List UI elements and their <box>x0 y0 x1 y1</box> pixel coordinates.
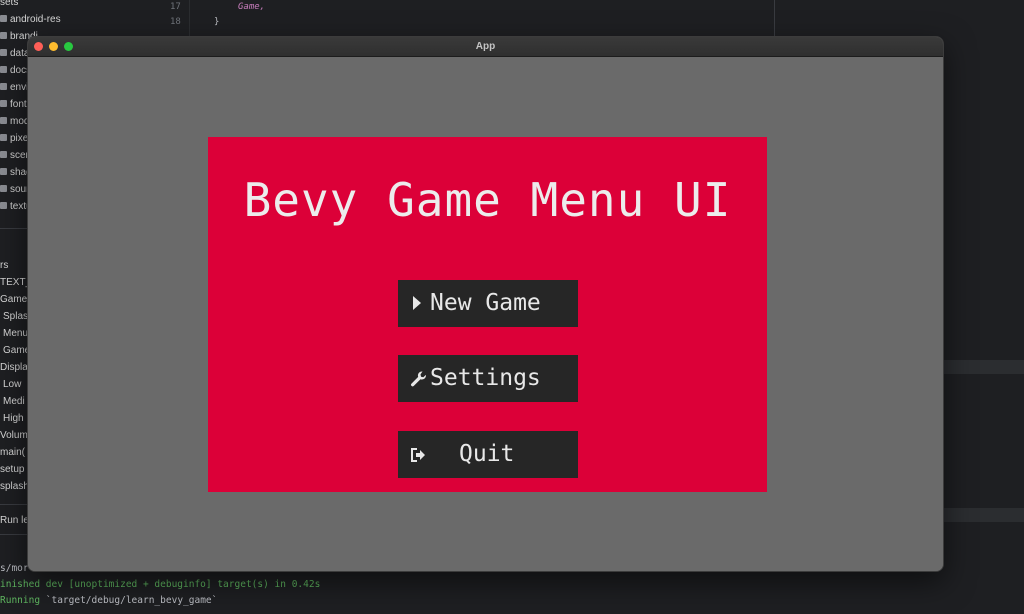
main-menu-panel: Bevy Game Menu UI New Game Settings Quit <box>208 137 767 492</box>
structure-item[interactable]: Game <box>0 291 27 308</box>
code-editor[interactable] <box>150 0 1024 40</box>
game-viewport: Bevy Game Menu UI New Game Settings Quit <box>28 57 943 571</box>
divider <box>0 534 28 535</box>
quit-label: Quit <box>459 441 515 467</box>
structure-item[interactable]: Volum <box>0 427 28 444</box>
console-line: s/mor <box>0 563 29 574</box>
folder-icon <box>0 49 7 56</box>
structure-item-label: Low <box>3 379 22 390</box>
console-line: Running `target/debug/learn_bevy_game` <box>0 594 217 608</box>
structure-item-label: Menu <box>3 328 29 339</box>
console-line: inished dev [unoptimized + debuginfo] ta… <box>0 578 320 592</box>
structure-item[interactable]: rs <box>0 257 8 274</box>
structure-item-label: High <box>3 413 24 424</box>
folder-icon <box>0 66 7 73</box>
console-line-text: inished dev [unoptimized + debuginfo] ta… <box>0 579 321 590</box>
folder-icon <box>0 100 7 107</box>
settings-label: Settings <box>430 365 541 391</box>
structure-item[interactable]: Low <box>3 376 21 393</box>
structure-item[interactable]: Medi <box>3 393 25 410</box>
line-number: 17 <box>170 2 181 12</box>
console-line-path: `target/debug/learn_bevy_game` <box>45 595 218 606</box>
tree-item-label: sets <box>0 0 19 8</box>
structure-item-label: Displa <box>0 362 28 373</box>
panel-header <box>944 508 1024 522</box>
structure-item-label: splash <box>0 481 29 492</box>
panel-header <box>944 360 1024 374</box>
tree-item[interactable]: android-res <box>0 11 61 28</box>
code-line: } <box>214 17 220 27</box>
folder-icon <box>0 32 7 39</box>
console-line-prefix: Running <box>0 595 46 606</box>
tree-item[interactable]: data <box>0 45 29 62</box>
structure-item[interactable]: Displa <box>0 359 28 376</box>
structure-item[interactable]: main( <box>0 444 25 461</box>
folder-icon <box>0 202 7 209</box>
structure-item-label: Volum <box>0 430 28 441</box>
editor-margin-line <box>774 0 775 40</box>
divider <box>0 228 28 229</box>
structure-item-label: rs <box>0 260 9 271</box>
line-number: 18 <box>170 17 181 27</box>
new-game-label: New Game <box>430 290 541 316</box>
new-game-button[interactable]: New Game <box>398 280 578 327</box>
code-line: Game, <box>238 2 266 12</box>
structure-item[interactable]: Splas <box>3 308 28 325</box>
folder-icon <box>0 134 7 141</box>
ide-right-panel <box>944 360 1024 560</box>
structure-item-label: Splas <box>3 311 29 322</box>
quit-button[interactable]: Quit <box>398 431 578 478</box>
wrench-icon <box>411 371 426 387</box>
exit-icon <box>411 448 425 462</box>
structure-item-label: main( <box>0 447 26 458</box>
structure-item-label: Medi <box>3 396 25 407</box>
run-tab[interactable]: Run le <box>0 512 29 529</box>
structure-item[interactable]: High <box>3 410 24 427</box>
play-icon <box>413 296 421 310</box>
window-titlebar[interactable]: App <box>28 37 943 57</box>
folder-icon <box>0 15 7 22</box>
folder-icon <box>0 168 7 175</box>
structure-item-label: Game <box>0 294 28 305</box>
settings-button[interactable]: Settings <box>398 355 578 402</box>
folder-icon <box>0 151 7 158</box>
tree-item-label: android-res <box>10 14 61 25</box>
folder-icon <box>0 83 7 90</box>
run-tab-label: Run le <box>0 515 29 526</box>
structure-item-label: setup <box>0 464 25 475</box>
structure-item[interactable]: splash <box>0 478 29 495</box>
divider <box>0 504 28 505</box>
menu-title: Bevy Game Menu UI <box>243 173 732 227</box>
structure-item[interactable]: Menu <box>3 325 28 342</box>
app-window[interactable]: App Bevy Game Menu UI New Game Settings <box>27 36 944 572</box>
tree-item[interactable]: sets <box>0 0 18 11</box>
structure-item[interactable]: setup <box>0 461 24 478</box>
tree-item[interactable]: pixel <box>0 130 31 147</box>
folder-icon <box>0 117 7 124</box>
folder-icon <box>0 185 7 192</box>
window-title: App <box>475 41 496 52</box>
